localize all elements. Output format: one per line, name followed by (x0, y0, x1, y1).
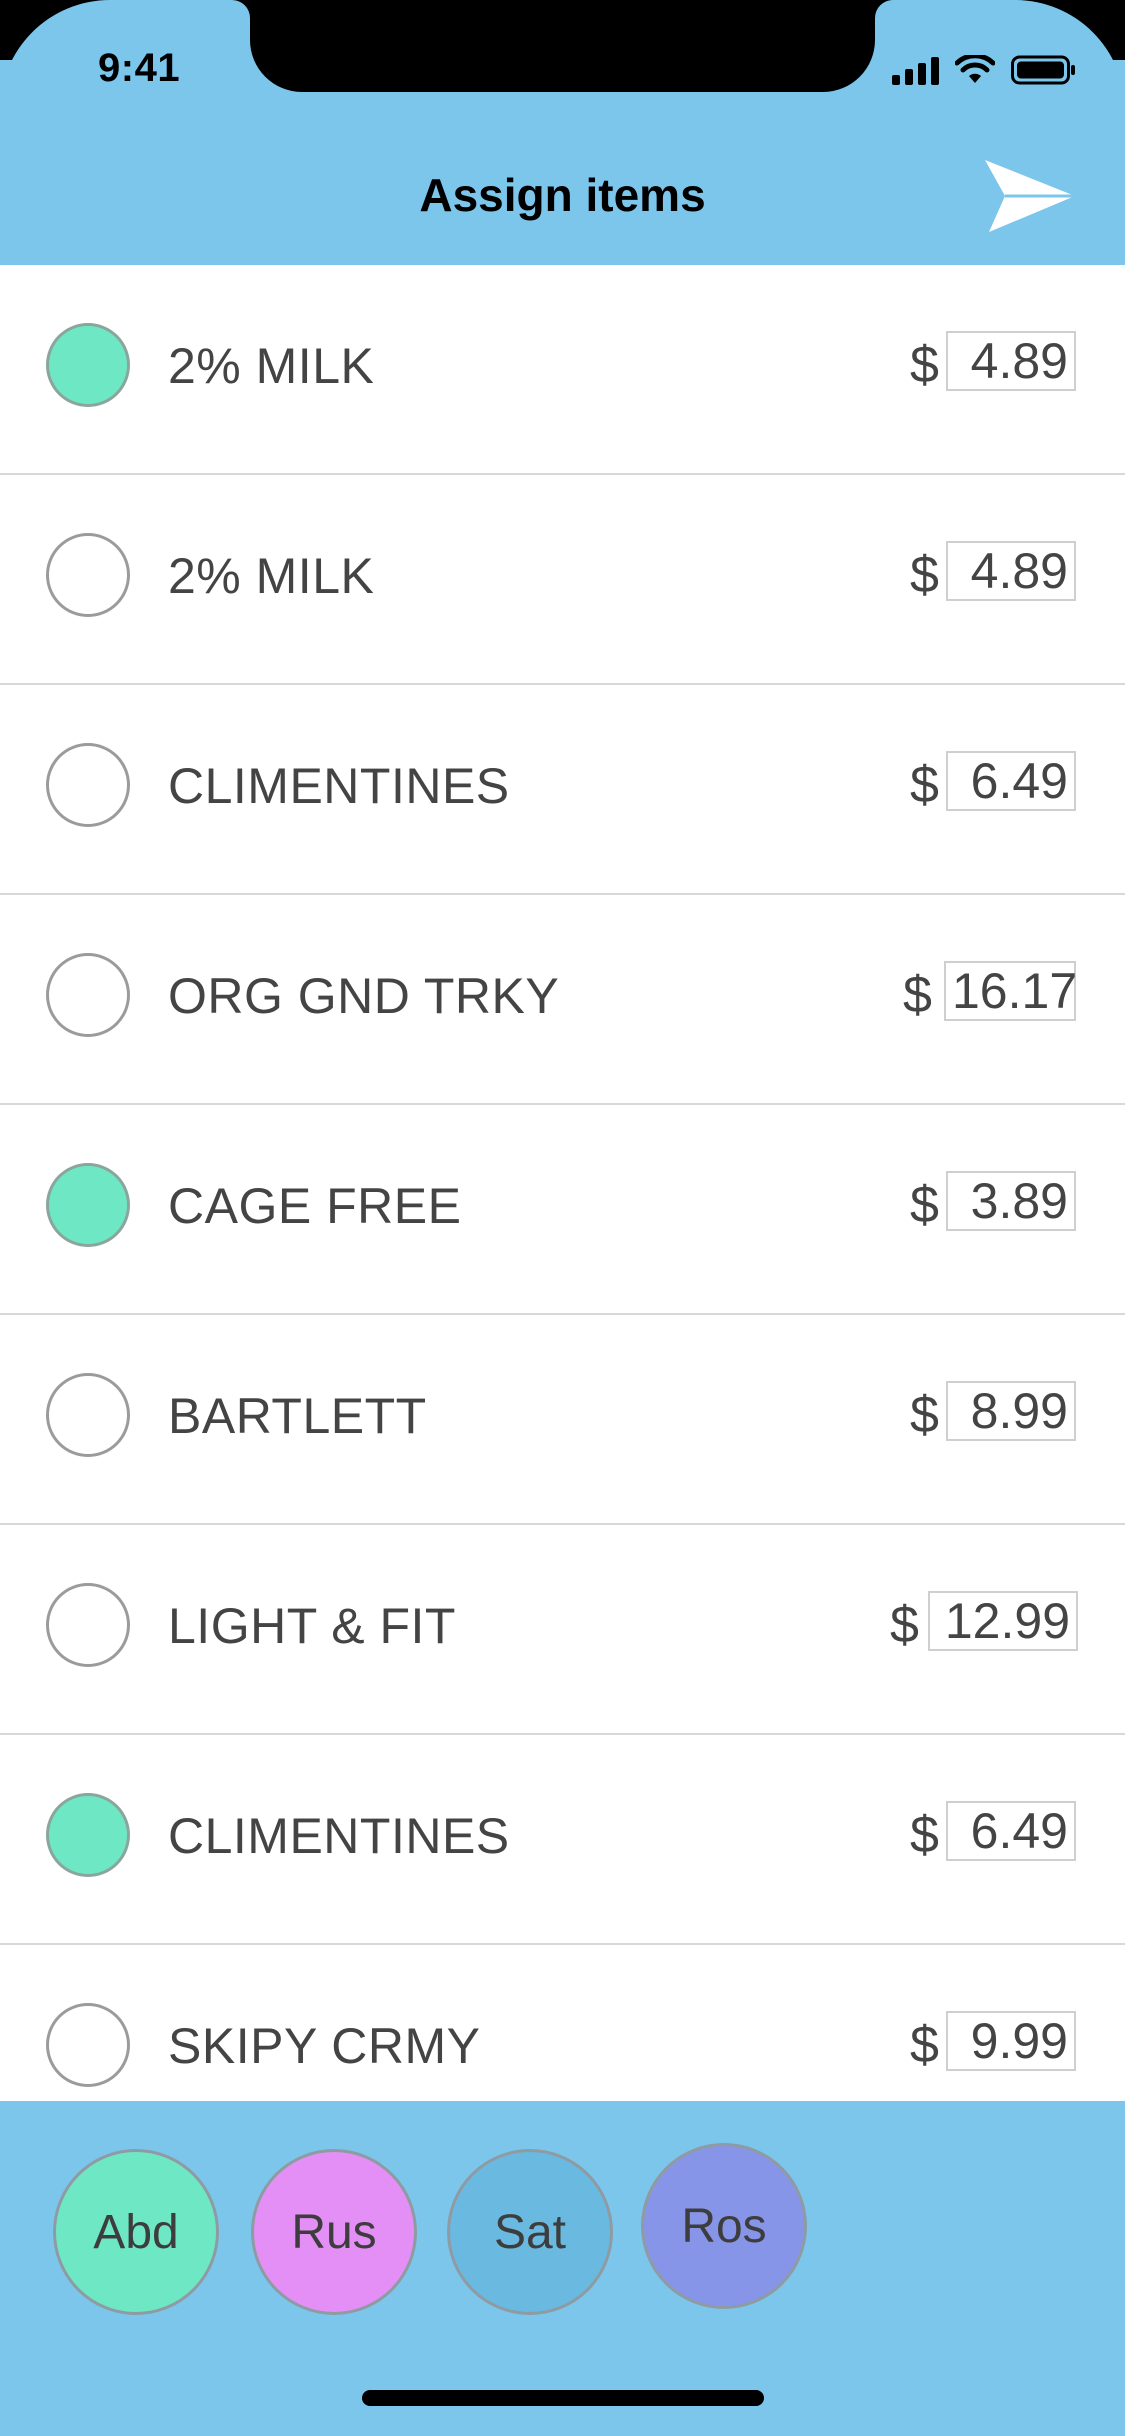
item-list: 2% MILK $4.89 2% MILK $4.89 CLIMENTINES $6.49… (0, 265, 1125, 2101)
list-item[interactable]: CLIMENTINES $6.49 (0, 685, 1125, 895)
person-avatar-ros[interactable]: Ros (641, 2143, 807, 2309)
currency-symbol: $ (890, 1596, 919, 1654)
price-field[interactable]: 4.89 (946, 331, 1076, 391)
price-field[interactable]: 9.99 (946, 2011, 1076, 2071)
person-avatar-rus[interactable]: Rus (251, 2149, 417, 2315)
person-label: Abd (93, 2205, 179, 2259)
price-field[interactable]: 4.89 (946, 541, 1076, 601)
list-item[interactable]: ORG GND TRKY $16.17 (0, 895, 1125, 1105)
price-field[interactable]: 3.89 (946, 1171, 1076, 1231)
item-name: CLIMENTINES (168, 1808, 510, 1864)
currency-symbol: $ (910, 336, 939, 394)
device-notch (250, 0, 875, 92)
send-button[interactable] (983, 156, 1077, 236)
item-select-radio[interactable] (46, 1793, 130, 1877)
page-title: Assign items (419, 169, 706, 221)
item-name: ORG GND TRKY (168, 968, 560, 1024)
wifi-icon (955, 55, 995, 85)
item-select-radio[interactable] (46, 323, 130, 407)
person-label: Rus (291, 2205, 377, 2259)
list-item[interactable]: BARTLETT $8.99 (0, 1315, 1125, 1525)
list-item[interactable]: CAGE FREE $3.89 (0, 1105, 1125, 1315)
item-name: BARTLETT (168, 1388, 427, 1444)
currency-symbol: $ (903, 966, 932, 1024)
item-select-radio[interactable] (46, 1373, 130, 1457)
item-name: CLIMENTINES (168, 758, 510, 814)
item-select-radio[interactable] (46, 2003, 130, 2087)
people-bar: Abd Rus Sat Ros (0, 2101, 1125, 2436)
item-select-radio[interactable] (46, 953, 130, 1037)
person-avatar-abd[interactable]: Abd (53, 2149, 219, 2315)
item-name: 2% MILK (168, 548, 375, 604)
battery-icon (1011, 54, 1077, 86)
price-field[interactable]: 16.17 (944, 961, 1077, 1021)
item-name: SKIPY CRMY (168, 2018, 481, 2074)
list-item[interactable]: 2% MILK $4.89 (0, 475, 1125, 685)
list-item[interactable]: SKIPY CRMY $9.99 (0, 1945, 1125, 2101)
item-select-radio[interactable] (46, 1583, 130, 1667)
price-field[interactable]: 6.49 (946, 1801, 1076, 1861)
list-item[interactable]: LIGHT & FIT $12.99 (0, 1525, 1125, 1735)
item-name: LIGHT & FIT (168, 1598, 456, 1654)
currency-symbol: $ (910, 1176, 939, 1234)
header: 9:41 Assign items (0, 0, 1125, 265)
item-select-radio[interactable] (46, 743, 130, 827)
currency-symbol: $ (910, 1386, 939, 1444)
currency-symbol: $ (910, 756, 939, 814)
status-time: 9:41 (98, 46, 181, 90)
price-field[interactable]: 8.99 (946, 1381, 1076, 1441)
person-label: Sat (493, 2205, 567, 2259)
list-item[interactable]: CLIMENTINES $6.49 (0, 1735, 1125, 1945)
send-icon (985, 160, 1075, 232)
home-indicator (362, 2390, 764, 2406)
person-label: Ros (681, 2199, 767, 2253)
currency-symbol: $ (910, 546, 939, 604)
list-item[interactable]: 2% MILK $4.89 (0, 265, 1125, 475)
item-name: CAGE FREE (168, 1178, 462, 1234)
currency-symbol: $ (910, 2016, 939, 2074)
price-field[interactable]: 12.99 (928, 1591, 1078, 1651)
signal-icon (892, 55, 939, 85)
status-icons (892, 50, 1077, 90)
price-field[interactable]: 6.49 (946, 751, 1076, 811)
item-select-radio[interactable] (46, 533, 130, 617)
person-avatar-sat[interactable]: Sat (447, 2149, 613, 2315)
currency-symbol: $ (910, 1806, 939, 1864)
item-name: 2% MILK (168, 338, 375, 394)
item-select-radio[interactable] (46, 1163, 130, 1247)
